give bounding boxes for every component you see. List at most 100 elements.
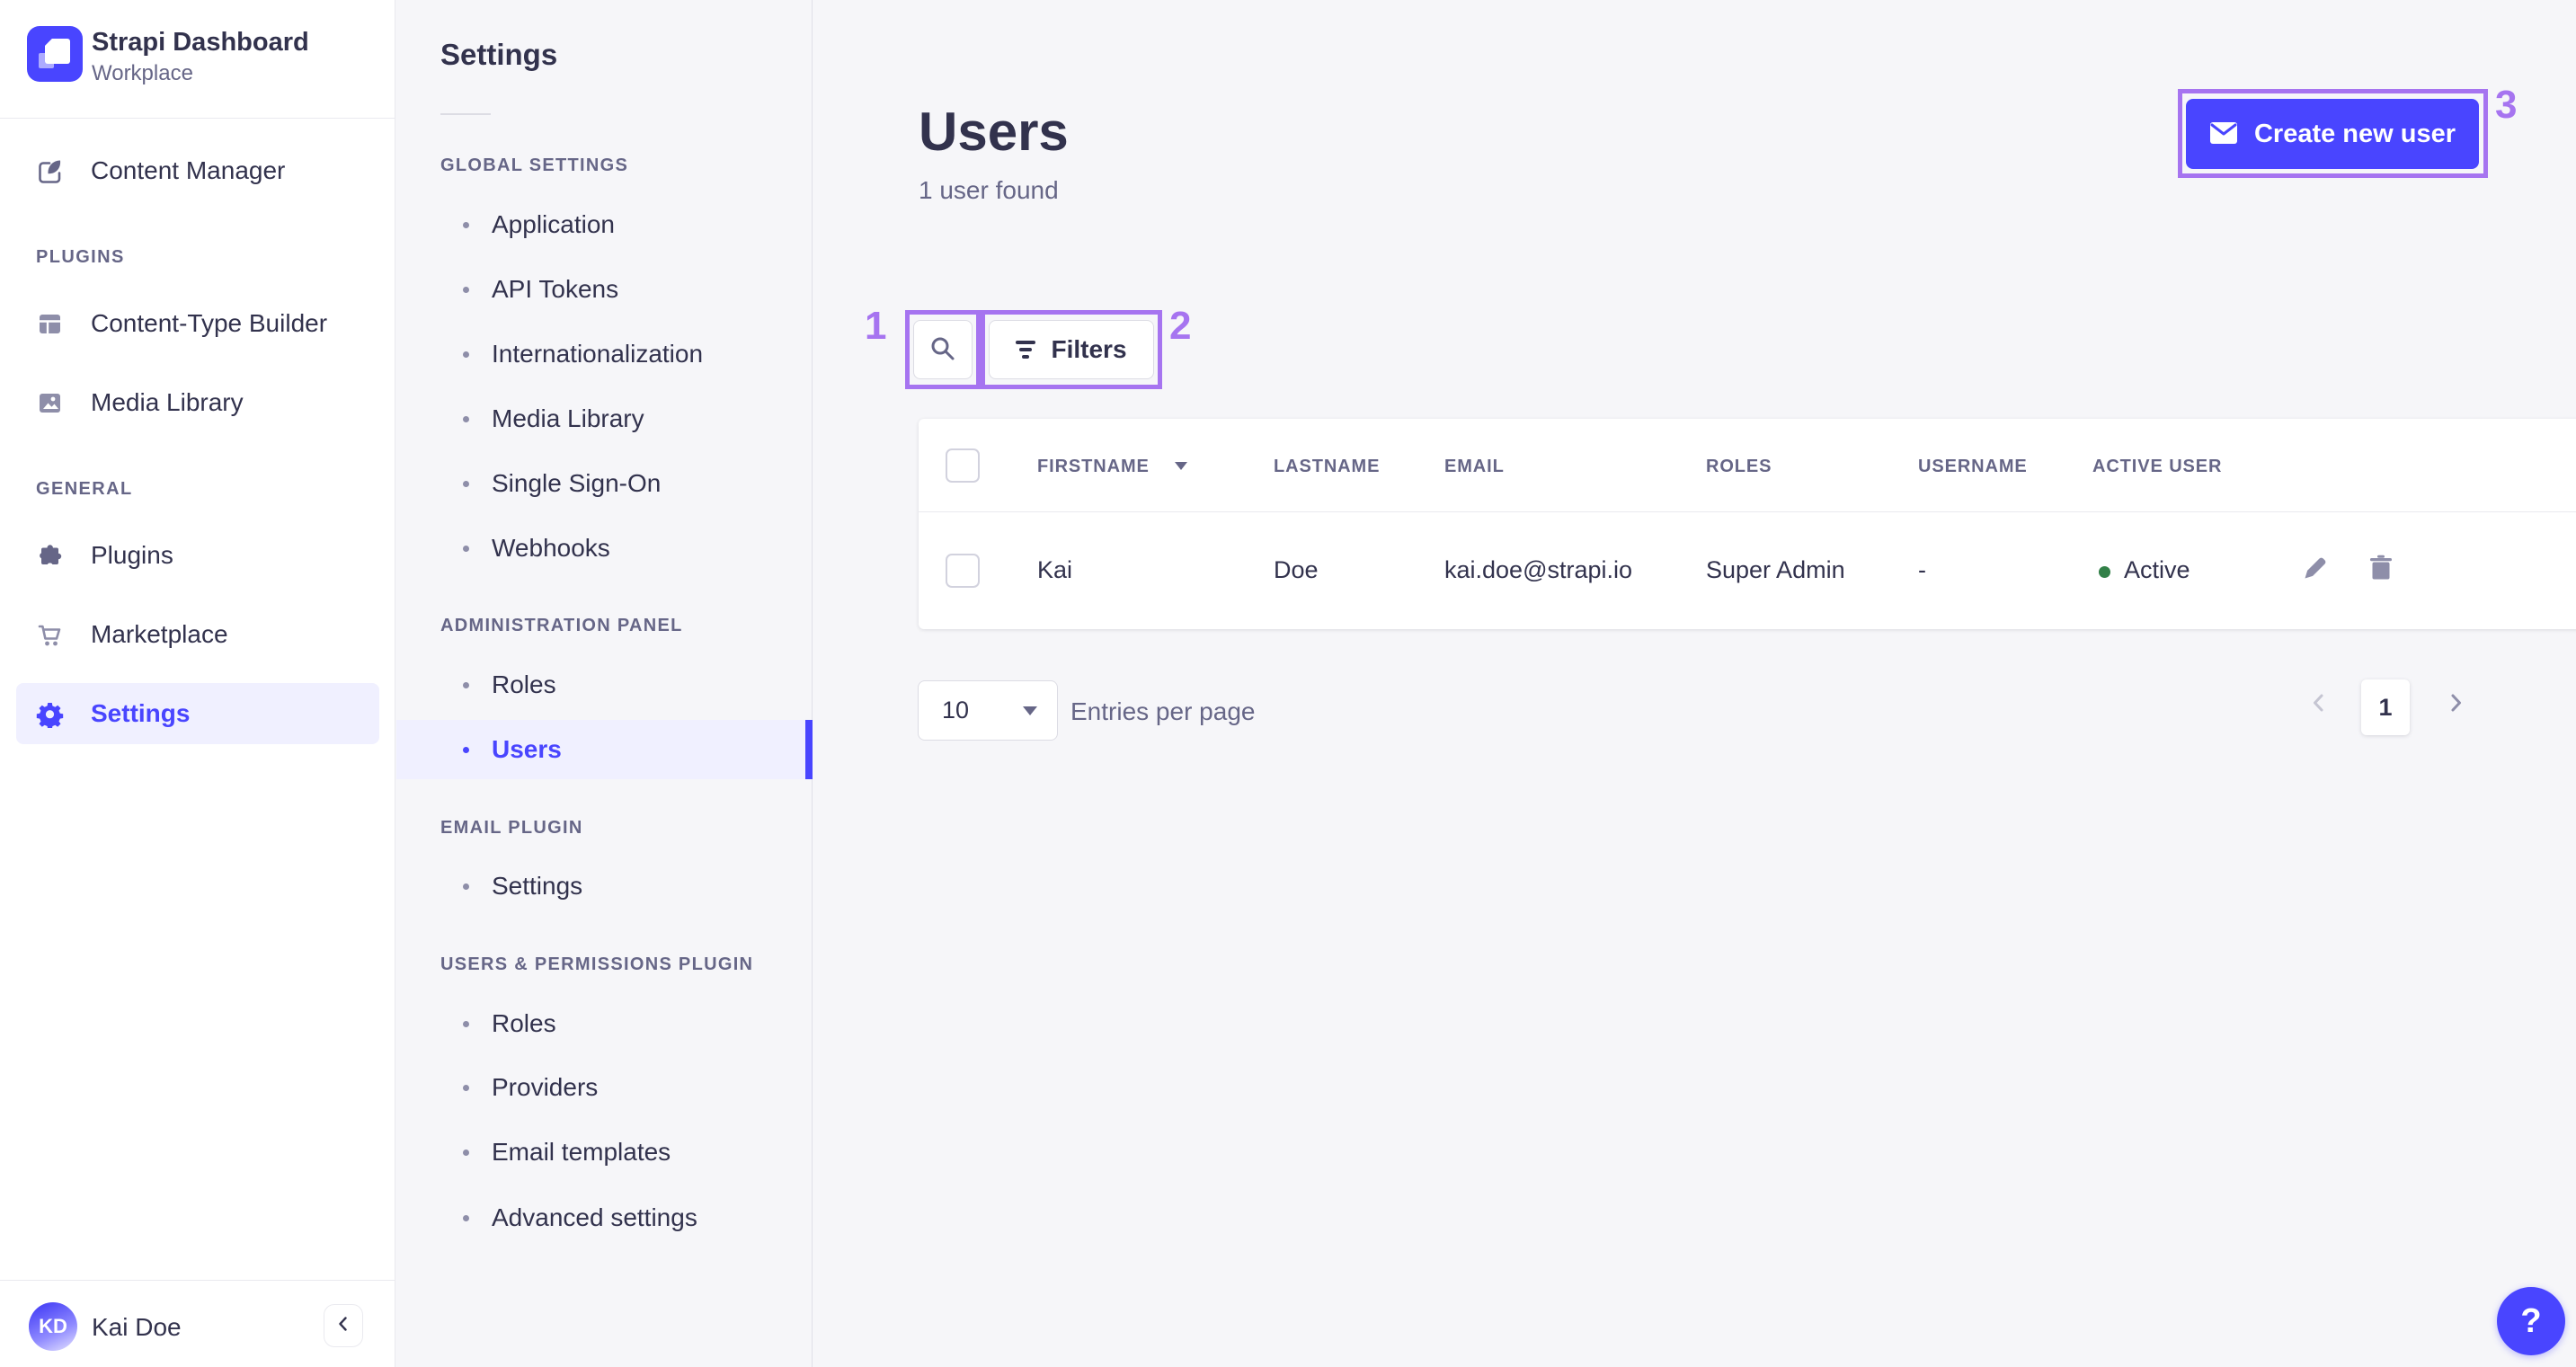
chevron-right-icon: [2444, 691, 2467, 719]
cell-email: kai.doe@strapi.io: [1444, 556, 1633, 583]
bullet-icon: [463, 545, 469, 552]
entries-per-page-select[interactable]: 10: [918, 680, 1058, 741]
user-avatar[interactable]: KD: [29, 1302, 77, 1351]
subnav-section-email-plugin: EMAIL PLUGIN: [440, 818, 583, 838]
search-icon: [928, 333, 958, 367]
help-button[interactable]: ?: [2497, 1287, 2565, 1355]
search-button[interactable]: [913, 320, 973, 379]
subnav-item-api-tokens[interactable]: API Tokens: [396, 261, 806, 318]
sidebar-item-marketplace[interactable]: Marketplace: [16, 604, 379, 665]
avatar-initials: KD: [39, 1315, 67, 1337]
sidebar-item-content-type-builder[interactable]: Content-Type Builder: [16, 293, 379, 354]
bullet-icon: [463, 221, 469, 228]
feather-edit-icon: [36, 157, 64, 185]
puzzle-icon: [36, 542, 64, 570]
column-header-firstname[interactable]: FIRSTNAME: [1037, 457, 1150, 477]
trash-icon: [2367, 554, 2395, 587]
cell-lastname: Doe: [1274, 556, 1319, 583]
subnav-item-providers[interactable]: Providers: [396, 1059, 806, 1116]
collapse-sidebar-button[interactable]: [324, 1304, 363, 1347]
subnav-item-label: API Tokens: [492, 275, 619, 303]
subnav-item-label: Advanced settings: [492, 1203, 697, 1231]
create-new-user-label: Create new user: [2253, 119, 2456, 148]
column-header-roles[interactable]: ROLES: [1706, 457, 1772, 477]
create-new-user-button[interactable]: Create new user: [2186, 99, 2479, 169]
filters-label: Filters: [1051, 335, 1127, 363]
row-checkbox[interactable]: [946, 554, 980, 588]
sidebar-item-label: Marketplace: [91, 620, 228, 648]
subnav-item-internationalization[interactable]: Internationalization: [396, 325, 806, 383]
page-title: Users: [919, 102, 1069, 162]
subnav-item-label: Roles: [492, 1009, 556, 1037]
bullet-icon: [463, 351, 469, 358]
strapi-logo[interactable]: [27, 26, 83, 82]
strapi-logo-glyph-shadow: [39, 53, 54, 68]
chevron-left-icon: [2307, 691, 2331, 719]
annotation-label-1: 1: [865, 304, 887, 348]
subnav-item-media-library[interactable]: Media Library: [396, 390, 806, 448]
help-question-mark: ?: [2520, 1301, 2542, 1340]
sidebar-item-plugins[interactable]: Plugins: [16, 525, 379, 586]
subnav-item-admin-roles[interactable]: Roles: [396, 656, 806, 714]
chevron-down-icon: [1023, 706, 1037, 715]
layout-grid-icon: [36, 310, 64, 338]
cell-username: -: [1918, 556, 1926, 583]
column-header-active-user[interactable]: ACTIVE USER: [2092, 457, 2222, 477]
subnav-item-single-sign-on[interactable]: Single Sign-On: [396, 455, 806, 512]
subnav-item-email-templates[interactable]: Email templates: [396, 1123, 806, 1181]
subnav-item-up-roles[interactable]: Roles: [396, 995, 806, 1052]
users-table: FIRSTNAME LASTNAME EMAIL ROLES USERNAME …: [919, 419, 2576, 629]
annotation-label-3: 3: [2495, 83, 2518, 127]
page-number-1[interactable]: 1: [2361, 679, 2410, 735]
column-header-lastname[interactable]: LASTNAME: [1274, 457, 1380, 477]
table-row[interactable]: Kai Doe kai.doe@strapi.io Super Admin - …: [919, 513, 2576, 629]
sidebar-divider-top: [0, 118, 395, 119]
sidebar-item-content-manager[interactable]: Content Manager: [16, 140, 379, 201]
subnav-item-webhooks[interactable]: Webhooks: [396, 519, 806, 577]
sidebar-item-label: Media Library: [91, 388, 244, 416]
subnav-section-users-permissions-plugin: USERS & PERMISSIONS PLUGIN: [440, 954, 754, 974]
cell-roles: Super Admin: [1706, 556, 1845, 583]
sidebar-item-label: Content Manager: [91, 156, 286, 184]
sidebar-item-label: Plugins: [91, 541, 173, 569]
subnav-item-label: Application: [492, 210, 615, 238]
subnav-title: Settings: [440, 38, 558, 71]
active-status-dot: [2099, 566, 2110, 578]
bullet-icon: [463, 681, 469, 688]
sidebar-item-media-library[interactable]: Media Library: [16, 372, 379, 433]
delete-user-button[interactable]: [2366, 555, 2396, 585]
column-header-email[interactable]: EMAIL: [1444, 457, 1505, 477]
select-all-checkbox[interactable]: [946, 448, 980, 483]
subnav-item-label: Roles: [492, 670, 556, 698]
settings-subnav: Settings GLOBAL SETTINGS Application API…: [396, 0, 813, 1367]
user-name: Kai Doe: [92, 1313, 182, 1341]
strapi-admin-app: Strapi Dashboard Workplace Content Manag…: [0, 0, 2576, 1367]
next-page-button[interactable]: [2441, 690, 2470, 719]
subnav-item-label: Webhooks: [492, 534, 610, 562]
bullet-icon: [463, 883, 469, 890]
sort-descending-icon[interactable]: [1175, 462, 1187, 470]
edit-user-button[interactable]: [2300, 555, 2331, 585]
subnav-item-email-settings[interactable]: Settings: [396, 857, 806, 915]
subnav-item-admin-users[interactable]: Users: [396, 720, 813, 779]
bullet-icon: [463, 415, 469, 422]
chevron-left-icon: [333, 1313, 354, 1339]
shopping-cart-icon: [36, 621, 64, 649]
subnav-title-divider: [440, 113, 491, 115]
previous-page-button[interactable]: [2305, 690, 2333, 719]
main-content: Users 1 user found Create new user 3 1 F…: [813, 0, 2576, 1367]
subnav-item-advanced-settings[interactable]: Advanced settings: [396, 1189, 806, 1247]
column-header-username[interactable]: USERNAME: [1918, 457, 2028, 477]
image-icon: [36, 389, 64, 417]
user-count-text: 1 user found: [919, 176, 1059, 204]
annotation-label-2: 2: [1169, 304, 1192, 348]
workspace-subtitle: Workplace: [92, 61, 193, 85]
sidebar-item-label: Settings: [91, 699, 191, 727]
bullet-icon: [463, 1084, 469, 1091]
subnav-item-label: Users: [492, 735, 562, 763]
subnav-item-label: Email templates: [492, 1138, 671, 1166]
sidebar-item-settings[interactable]: Settings: [16, 683, 379, 744]
filters-button[interactable]: Filters: [989, 320, 1154, 379]
subnav-item-application[interactable]: Application: [396, 196, 806, 253]
bullet-icon: [463, 1149, 469, 1156]
